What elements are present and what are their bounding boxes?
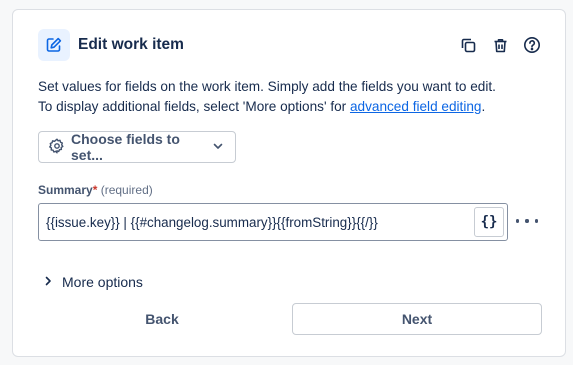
next-button[interactable]: Next: [292, 303, 542, 335]
advanced-field-editing-link[interactable]: advanced field editing: [350, 99, 482, 114]
description-line-1: Set values for fields on the work item. …: [38, 79, 496, 94]
required-asterisk: *: [92, 183, 98, 197]
panel-title: Edit work item: [78, 36, 184, 53]
gear-icon: [49, 138, 65, 157]
summary-label-text: Summary: [38, 183, 93, 197]
more-actions-icon[interactable]: [516, 213, 538, 229]
panel-description: Set values for fields on the work item. …: [38, 77, 545, 117]
smart-value-button[interactable]: {}: [474, 207, 504, 237]
panel-header: Edit work item: [38, 29, 543, 61]
required-hint: (required): [100, 183, 153, 197]
header-actions: [457, 34, 543, 56]
description-line-2: To display additional fields, select 'Mo…: [38, 97, 545, 117]
chevron-down-icon: [211, 139, 225, 156]
dot-icon: [525, 219, 529, 223]
edit-icon: [38, 29, 70, 61]
choose-fields-button[interactable]: Choose fields to set...: [38, 131, 236, 163]
chevron-right-icon: [42, 274, 54, 290]
back-button[interactable]: Back: [37, 303, 287, 335]
choose-fields-label: Choose fields to set...: [71, 131, 180, 163]
duplicate-icon[interactable]: [457, 34, 479, 56]
edit-work-item-panel: Edit work item Set values for fields on …: [12, 9, 566, 357]
trash-icon[interactable]: [489, 34, 511, 56]
summary-input-value[interactable]: {{issue.key}} | {{#changelog.summary}}{{…: [46, 215, 474, 230]
more-options-label: More options: [62, 274, 143, 290]
dot-icon: [516, 219, 520, 223]
help-icon[interactable]: [521, 34, 543, 56]
summary-field-label: Summary* (required): [38, 183, 153, 197]
summary-input[interactable]: {{issue.key}} | {{#changelog.summary}}{{…: [38, 203, 508, 241]
description-line-2-end: .: [481, 99, 486, 114]
more-options-toggle[interactable]: More options: [42, 272, 143, 292]
description-line-2-text: To display additional fields, select 'Mo…: [38, 99, 350, 114]
dot-icon: [534, 219, 538, 223]
